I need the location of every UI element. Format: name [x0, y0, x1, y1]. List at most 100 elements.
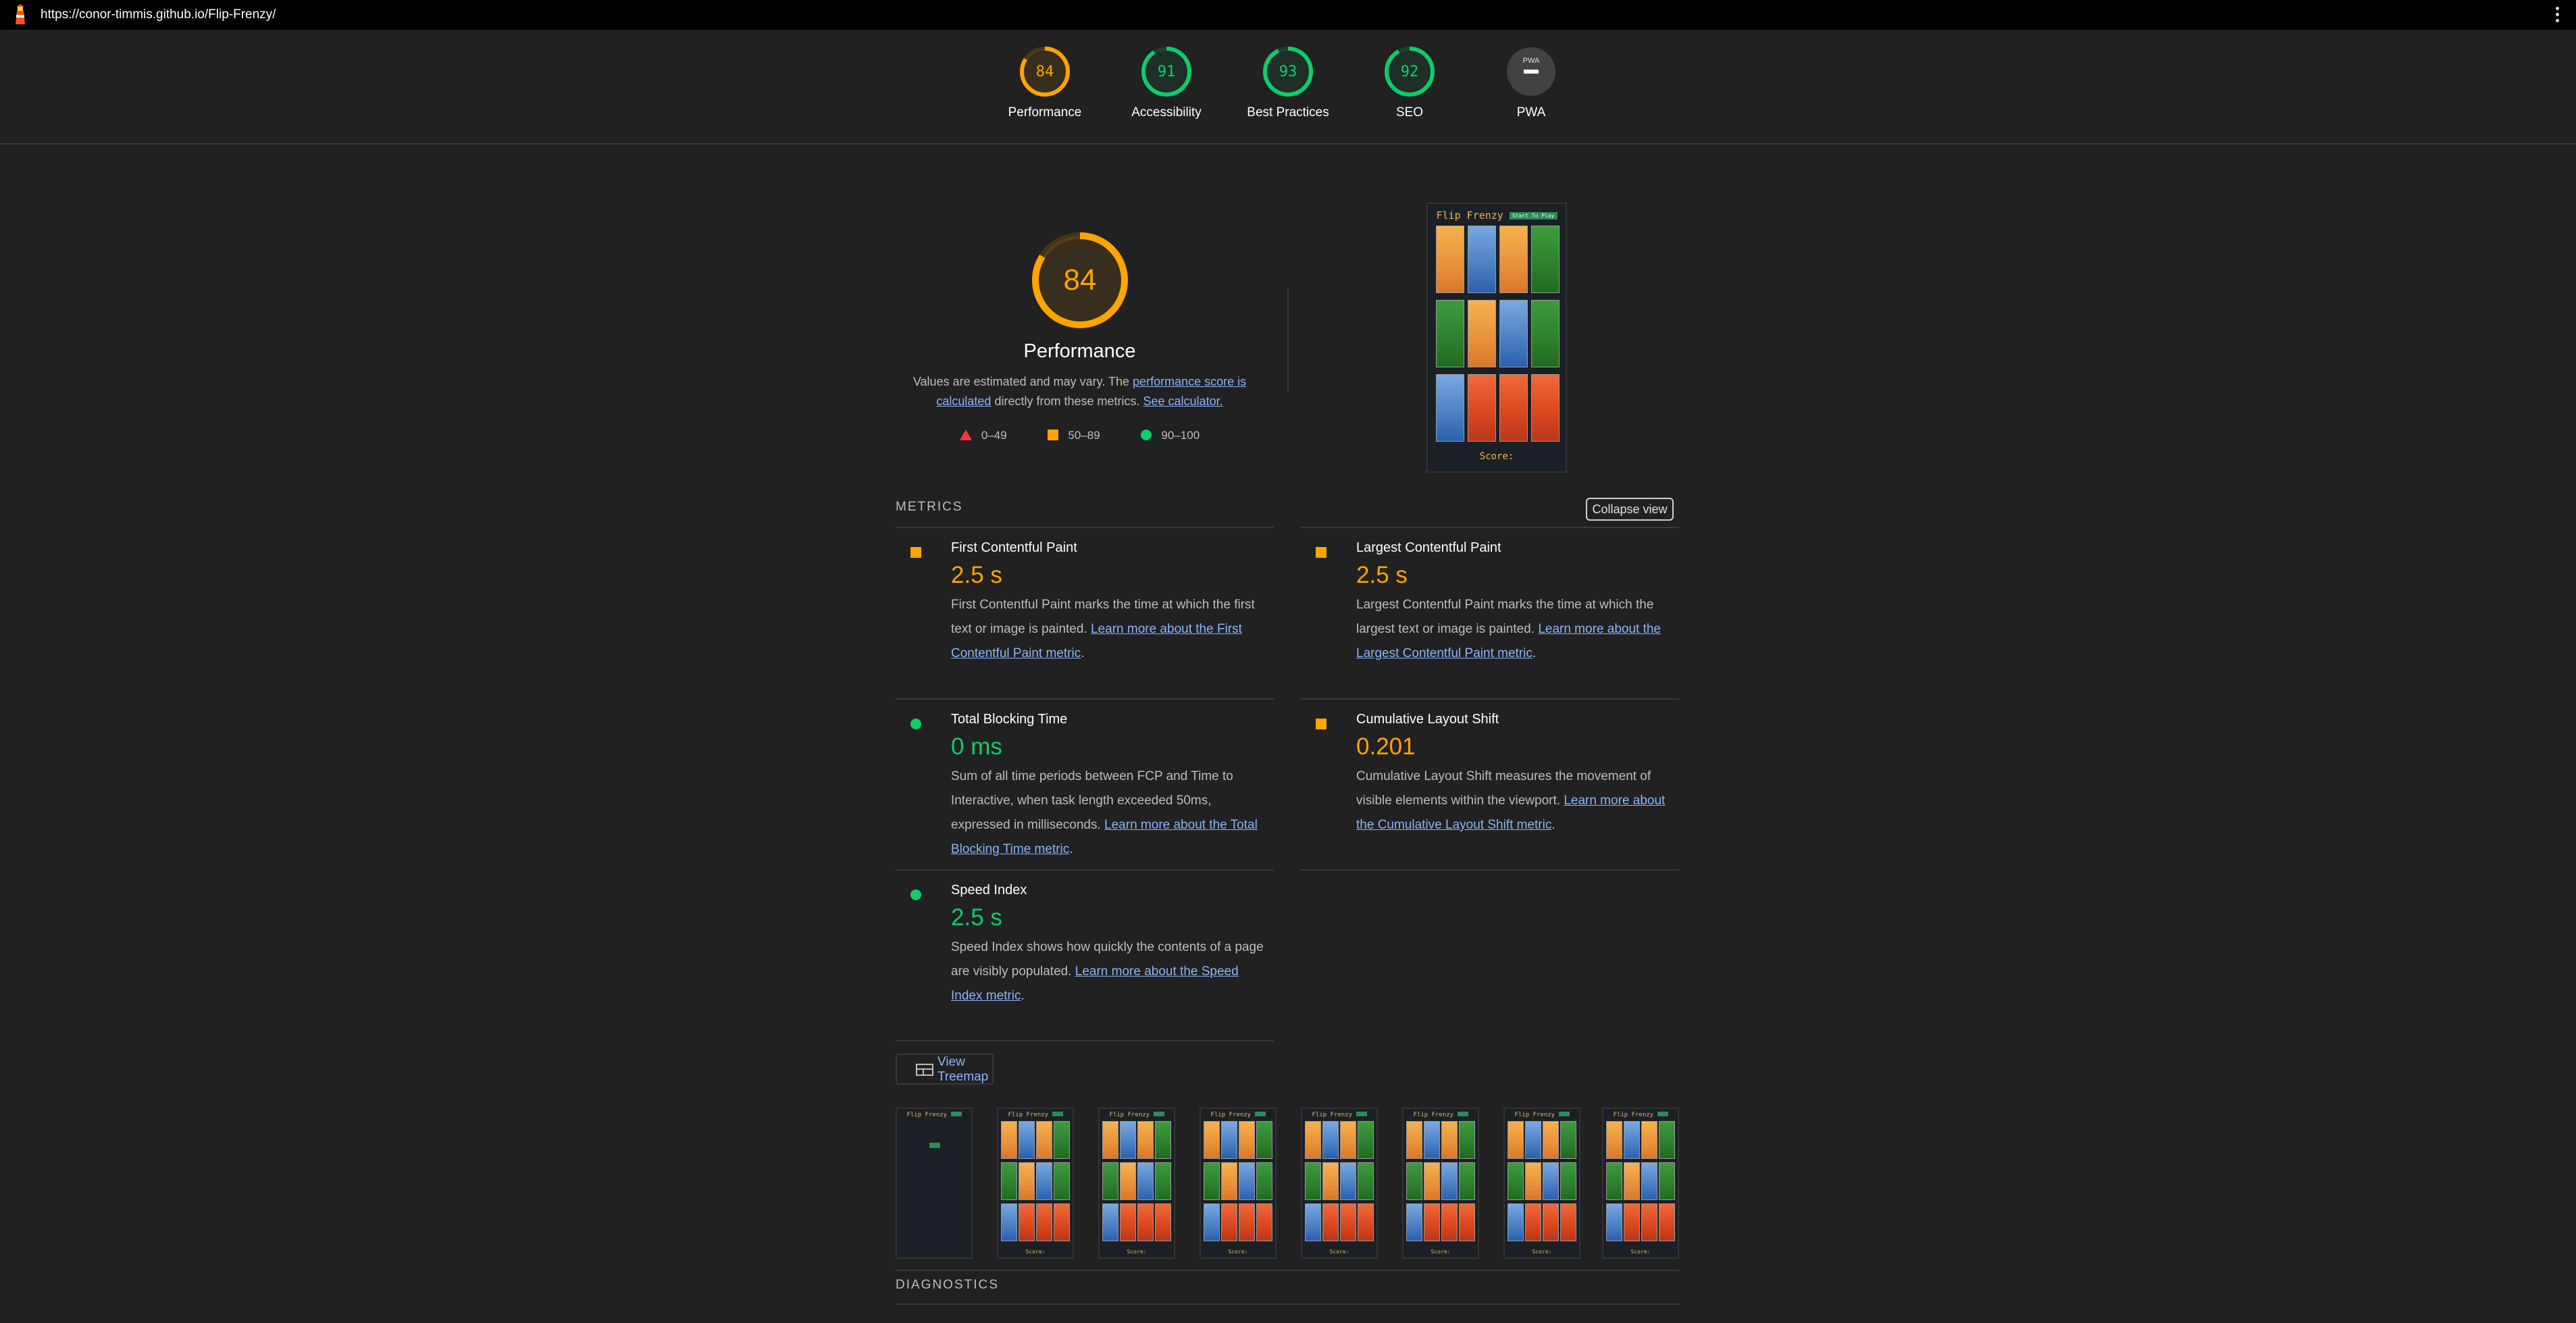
pwa-icon: PWA — [1507, 47, 1555, 96]
metric-description: Speed Index shows how quickly the conten… — [951, 940, 1264, 1003]
card — [1436, 374, 1464, 442]
see-calculator-link[interactable]: See calculator. — [1143, 394, 1223, 408]
metric-cumulative-layout-shift: Cumulative Layout Shift 0.201 Cumulative… — [1316, 712, 1667, 847]
divider — [896, 698, 1274, 700]
metric-value: 2.5 s — [951, 562, 1002, 588]
treemap-icon — [916, 1064, 933, 1076]
filmstrip-frame[interactable]: Flip Frenzy Score: — [1503, 1108, 1580, 1259]
gauge-best-practices[interactable]: 93 Best Practices — [1241, 45, 1335, 120]
diagnostics-heading: DIAGNOSTICS — [896, 1278, 999, 1292]
metric-name: Speed Index — [951, 883, 1027, 898]
filmstrip-frame[interactable]: Flip Frenzy — [896, 1108, 973, 1259]
score-legend: 0–49 50–89 90–100 — [896, 429, 1264, 442]
gauge-label: SEO — [1395, 105, 1424, 120]
page-url: https://conor-timmis.github.io/Flip-Fren… — [41, 7, 276, 22]
divider — [1287, 289, 1289, 390]
filmstrip-frame[interactable]: Flip Frenzy Score: — [1602, 1108, 1679, 1259]
metric-name: Largest Contentful Paint — [1356, 540, 1501, 555]
view-treemap-button[interactable]: View Treemap — [896, 1054, 994, 1085]
filmstrip-frame[interactable]: Flip Frenzy Score: — [1301, 1108, 1378, 1259]
pass-circle-icon — [910, 889, 921, 900]
card-grid — [1436, 226, 1560, 442]
gauge-seo[interactable]: 92 SEO — [1362, 45, 1457, 120]
metric-speed-index: Speed Index 2.5 s Speed Index shows how … — [910, 883, 1264, 1018]
frame-title: Flip Frenzy — [897, 1112, 971, 1118]
metric-first-contentful-paint: First Contentful Paint 2.5 s First Conte… — [910, 540, 1262, 689]
category-header: 84 Performance 91 Accessibility 93 Best … — [0, 30, 2576, 145]
performance-description: Values are estimated and may vary. The p… — [912, 375, 1247, 408]
gauge-score: 84 — [1036, 63, 1054, 80]
gauge-label: Performance — [1008, 105, 1082, 120]
metric-description: Sum of all time periods between FCP and … — [951, 769, 1258, 856]
legend-pass: 90–100 — [1141, 429, 1200, 442]
frame-title: Flip Frenzy — [1403, 1112, 1478, 1118]
filmstrip-frame[interactable]: Flip Frenzy Score: — [1098, 1108, 1175, 1259]
frame-title: Flip Frenzy — [1603, 1112, 1678, 1118]
card — [1468, 300, 1496, 367]
metrics-heading: METRICS — [896, 500, 963, 514]
collapse-view-button[interactable]: Collapse view — [1586, 498, 1674, 521]
card — [1499, 300, 1528, 367]
metric-name: Cumulative Layout Shift — [1356, 712, 1499, 727]
metric-total-blocking-time: Total Blocking Time 0 ms Sum of all time… — [910, 712, 1262, 867]
more-options-icon[interactable] — [2550, 4, 2564, 26]
frame-title: Flip Frenzy — [1302, 1112, 1376, 1118]
performance-gauge-block: 84 Performance Values are estimated and … — [896, 230, 1264, 442]
metric-name: Total Blocking Time — [951, 712, 1068, 727]
lighthouse-logo-icon — [9, 4, 31, 26]
url-bar: https://conor-timmis.github.io/Flip-Fren… — [0, 0, 2576, 30]
divider — [896, 1303, 1679, 1305]
divider — [1301, 527, 1679, 528]
average-square-icon — [1316, 547, 1326, 558]
gauge-score: 91 — [1158, 63, 1176, 80]
filmstrip-frame[interactable]: Flip Frenzy Score: — [1200, 1108, 1277, 1259]
divider — [1301, 869, 1679, 871]
gauge-performance[interactable]: 84 Performance — [998, 45, 1092, 120]
frame-title: Flip Frenzy — [998, 1112, 1073, 1118]
divider — [896, 527, 1274, 528]
start-pill — [929, 1143, 940, 1148]
average-square-icon — [910, 547, 921, 558]
gauge-label: PWA — [1516, 105, 1546, 120]
final-screenshot[interactable]: Flip Frenzy Start To Play Score: — [1426, 203, 1567, 473]
filmstrip-frame[interactable]: Flip Frenzy Score: — [997, 1108, 1074, 1259]
metric-description: Largest Contentful Paint marks the time … — [1356, 598, 1661, 660]
gauge-label: Best Practices — [1247, 105, 1329, 120]
divider — [1301, 698, 1679, 700]
legend-fail: 0–49 — [959, 429, 1007, 442]
card — [1499, 226, 1528, 293]
filmstrip: Flip Frenzy Flip Frenzy Score: Flip Fren… — [896, 1108, 1679, 1260]
pass-circle-icon — [910, 719, 921, 729]
card — [1436, 226, 1464, 293]
divider — [896, 1270, 1679, 1271]
divider — [896, 1040, 1274, 1041]
card — [1499, 374, 1528, 442]
gauge-label: Accessibility — [1131, 105, 1202, 120]
divider — [896, 869, 1274, 871]
metric-largest-contentful-paint: Largest Contentful Paint 2.5 s Largest C… — [1316, 540, 1667, 689]
card — [1468, 374, 1496, 442]
card — [1436, 300, 1464, 367]
legend-average: 50–89 — [1048, 429, 1100, 442]
filmstrip-frame[interactable]: Flip Frenzy Score: — [1402, 1108, 1479, 1259]
performance-score: 84 — [1063, 263, 1096, 296]
gauge-accessibility[interactable]: 91 Accessibility — [1119, 45, 1214, 120]
frame-title: Flip Frenzy — [1100, 1112, 1174, 1118]
screenshot-title: Flip Frenzy Start To Play — [1428, 209, 1566, 222]
average-square-icon — [1316, 719, 1326, 729]
triangle-icon — [959, 430, 972, 440]
square-icon — [1048, 430, 1059, 440]
metric-description: First Contentful Paint marks the time at… — [951, 598, 1255, 660]
metric-value: 2.5 s — [1356, 562, 1408, 588]
frame-title: Flip Frenzy — [1201, 1112, 1275, 1118]
card — [1531, 226, 1560, 293]
frame-title: Flip Frenzy — [1505, 1112, 1579, 1118]
card — [1468, 226, 1496, 293]
gauge-pwa[interactable]: PWA PWA — [1484, 45, 1578, 120]
card — [1531, 300, 1560, 367]
gauge-score: 92 — [1401, 63, 1419, 80]
performance-gauge: 84 — [1031, 232, 1128, 328]
card — [1531, 374, 1560, 442]
metric-name: First Contentful Paint — [951, 540, 1077, 555]
svg-text:PWA: PWA — [1523, 57, 1540, 65]
